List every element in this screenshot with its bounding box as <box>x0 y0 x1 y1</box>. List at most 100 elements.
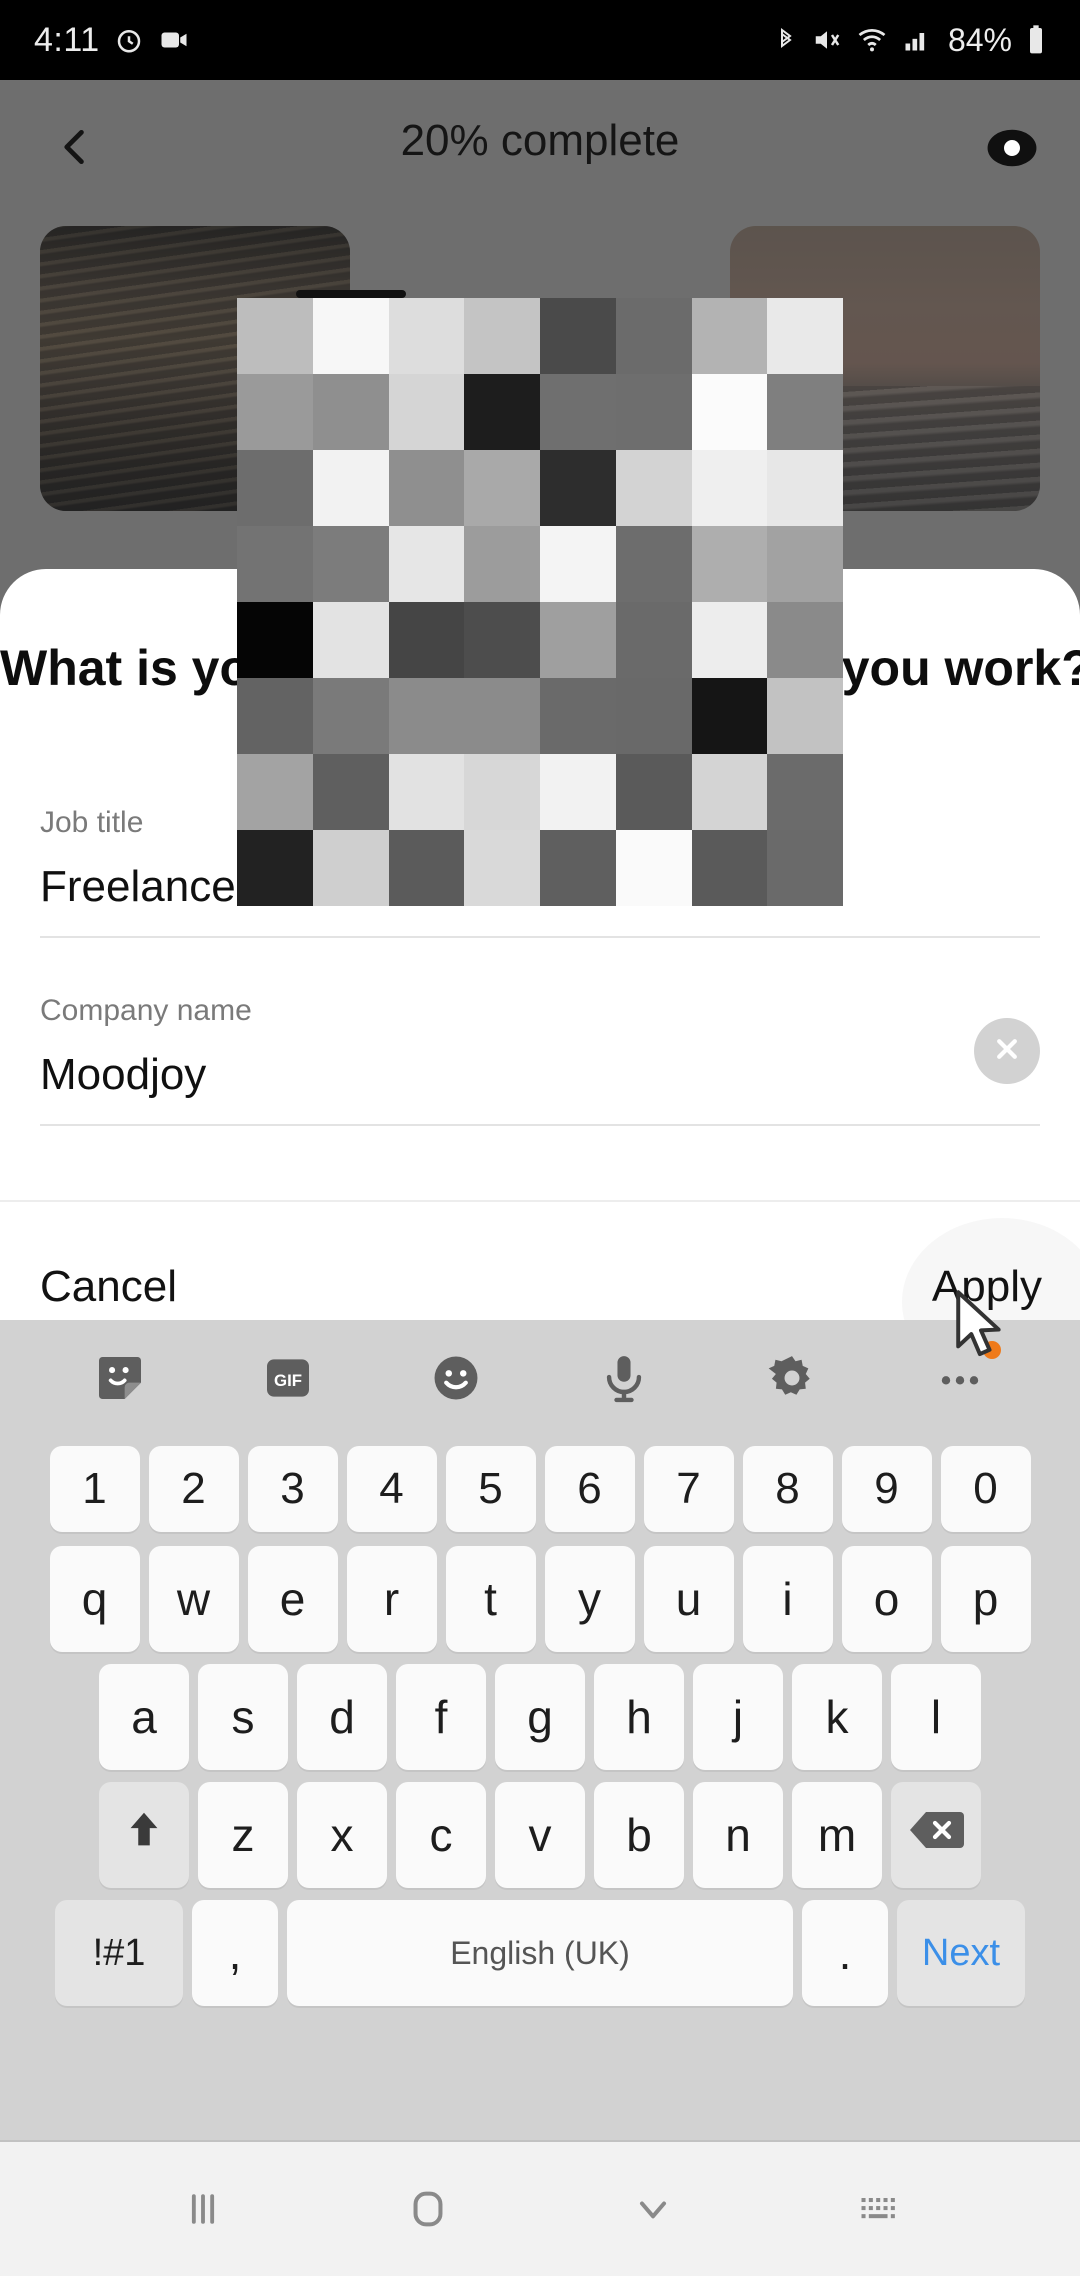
mute-icon <box>812 25 842 55</box>
key-l[interactable]: l <box>891 1664 981 1770</box>
on-screen-keyboard: GIF 1234567890 qwertyuiop asdfghjkl z x … <box>0 1320 1080 2142</box>
key-4[interactable]: 4 <box>346 1446 437 1532</box>
mosaic-cell <box>540 374 616 450</box>
key-u[interactable]: u <box>643 1546 734 1652</box>
cancel-button[interactable]: Cancel <box>40 1262 177 1312</box>
microphone-icon[interactable] <box>581 1335 667 1421</box>
sticker-icon[interactable] <box>77 1335 163 1421</box>
key-d[interactable]: d <box>297 1664 387 1770</box>
mosaic-cell <box>691 450 768 526</box>
key-n[interactable]: n <box>693 1782 783 1888</box>
space-key[interactable]: English (UK) <box>287 1900 793 2006</box>
key-f[interactable]: f <box>396 1664 486 1770</box>
close-icon <box>990 1032 1024 1071</box>
key-w[interactable]: w <box>148 1546 239 1652</box>
key-t[interactable]: t <box>445 1546 536 1652</box>
mosaic-cell <box>691 602 768 678</box>
status-time: 4:11 <box>34 20 100 59</box>
mosaic-cell <box>540 830 616 906</box>
key-9[interactable]: 9 <box>841 1446 932 1532</box>
mosaic-cell <box>237 298 313 374</box>
mosaic-cell <box>388 298 465 374</box>
key-h[interactable]: h <box>594 1664 684 1770</box>
next-key[interactable]: Next <box>897 1900 1025 2006</box>
key-e[interactable]: e <box>247 1546 338 1652</box>
key-p[interactable]: p <box>940 1546 1031 1652</box>
mosaic-cell <box>767 602 843 678</box>
company-name-field[interactable]: Company name Moodjoy <box>40 994 1040 1126</box>
comma-key[interactable]: , <box>192 1900 278 2006</box>
key-b[interactable]: b <box>594 1782 684 1888</box>
key-x[interactable]: x <box>297 1782 387 1888</box>
key-m[interactable]: m <box>792 1782 882 1888</box>
hide-keyboard-icon[interactable] <box>605 2161 701 2257</box>
system-nav-bar <box>0 2142 1080 2276</box>
key-2[interactable]: 2 <box>148 1446 239 1532</box>
key-v[interactable]: v <box>495 1782 585 1888</box>
key-q[interactable]: q <box>49 1546 140 1652</box>
mosaic-cell <box>540 450 616 526</box>
mosaic-cell <box>615 830 692 906</box>
backspace-key[interactable] <box>891 1782 981 1888</box>
key-c[interactable]: c <box>396 1782 486 1888</box>
mosaic-cell <box>464 602 540 678</box>
key-0[interactable]: 0 <box>940 1446 1031 1532</box>
mosaic-cell <box>388 450 465 526</box>
mosaic-cell <box>691 374 768 450</box>
symbols-key[interactable]: !#1 <box>55 1900 183 2006</box>
mosaic-cell <box>388 678 465 754</box>
key-s[interactable]: s <box>198 1664 288 1770</box>
mosaic-cell <box>540 298 616 374</box>
wifi-icon <box>856 25 888 55</box>
recents-icon[interactable] <box>155 2161 251 2257</box>
key-r[interactable]: r <box>346 1546 437 1652</box>
app-header: 20% complete <box>0 80 1080 210</box>
mosaic-cell <box>691 298 768 374</box>
gif-icon[interactable]: GIF <box>245 1335 331 1421</box>
key-z[interactable]: z <box>198 1782 288 1888</box>
emoji-icon[interactable] <box>413 1335 499 1421</box>
mosaic-cell <box>464 678 540 754</box>
keyboard-row-numbers: 1234567890 <box>0 1446 1080 1532</box>
key-5[interactable]: 5 <box>445 1446 536 1532</box>
mosaic-cell <box>388 374 465 450</box>
preview-button[interactable] <box>974 112 1050 188</box>
mosaic-cell <box>464 374 540 450</box>
mosaic-cell <box>615 754 692 830</box>
shift-key[interactable] <box>99 1782 189 1888</box>
svg-text:GIF: GIF <box>274 1371 302 1390</box>
key-3[interactable]: 3 <box>247 1446 338 1532</box>
key-6[interactable]: 6 <box>544 1446 635 1532</box>
mosaic-cell <box>312 298 389 374</box>
company-name-input[interactable]: Moodjoy <box>40 1050 1040 1100</box>
key-o[interactable]: o <box>841 1546 932 1652</box>
mosaic-cell <box>540 754 616 830</box>
key-k[interactable]: k <box>792 1664 882 1770</box>
field-underline <box>40 936 1040 938</box>
status-bar-right: 84% <box>774 22 1046 59</box>
clear-field-button[interactable] <box>974 1018 1040 1084</box>
keyboard-switch-icon[interactable] <box>830 2161 926 2257</box>
page-title: 20% complete <box>400 116 680 165</box>
mosaic-cell <box>312 754 389 830</box>
key-8[interactable]: 8 <box>742 1446 833 1532</box>
home-icon[interactable] <box>380 2161 476 2257</box>
period-key[interactable]: . <box>802 1900 888 2006</box>
mosaic-cell <box>312 830 389 906</box>
key-a[interactable]: a <box>99 1664 189 1770</box>
key-y[interactable]: y <box>544 1546 635 1652</box>
screen-record-icon <box>158 25 190 55</box>
status-bar-left: 4:11 <box>34 21 190 60</box>
mosaic-cell <box>540 678 616 754</box>
mosaic-cell <box>464 450 540 526</box>
key-1[interactable]: 1 <box>49 1446 140 1532</box>
key-g[interactable]: g <box>495 1664 585 1770</box>
key-i[interactable]: i <box>742 1546 833 1652</box>
key-j[interactable]: j <box>693 1664 783 1770</box>
key-7[interactable]: 7 <box>643 1446 734 1532</box>
settings-gear-icon[interactable] <box>749 1335 835 1421</box>
mosaic-cell <box>312 374 389 450</box>
mosaic-cell <box>237 450 313 526</box>
mosaic-cell <box>312 450 389 526</box>
eye-icon <box>985 128 1039 173</box>
